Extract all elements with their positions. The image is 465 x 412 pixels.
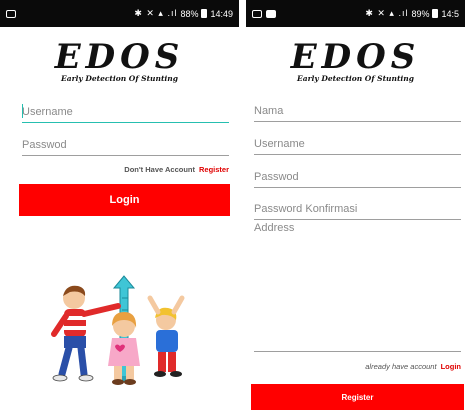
- name-input[interactable]: [254, 100, 461, 121]
- username-field-wrap: [22, 101, 229, 123]
- login-button[interactable]: Login: [19, 184, 230, 216]
- status-bar: ✱ ✕ ▴ .ıl 89% 14:5: [246, 0, 465, 27]
- address-textarea[interactable]: [254, 218, 461, 351]
- register-screen: ✱ ✕ ▴ .ıl 89% 14:5 EDOS Early Detection …: [246, 0, 465, 412]
- login-link[interactable]: Login: [441, 362, 461, 371]
- address-field-wrap: [254, 218, 461, 352]
- have-account-line: already have account Login: [365, 362, 461, 371]
- password-field-wrap: [22, 134, 229, 156]
- notification-icon: [266, 9, 276, 18]
- logo-title: EDOS: [290, 37, 421, 77]
- logo-subtitle: Early Detection Of Stunting: [61, 74, 178, 83]
- notification-icon: [6, 9, 16, 18]
- password-confirm-field-wrap: [254, 198, 461, 220]
- boy-left-figure: [51, 285, 121, 382]
- register-button[interactable]: Register: [251, 384, 464, 410]
- screen-separator: [239, 0, 246, 412]
- name-field-wrap: [254, 100, 461, 122]
- children-growth-illustration: [51, 275, 185, 385]
- signal-icons: ✱ ✕ ▴ .ıl: [134, 8, 178, 18]
- no-account-text: Don't Have Account: [124, 165, 195, 174]
- password-field-wrap: [254, 166, 461, 188]
- app-logo: EDOS Early Detection Of Stunting: [246, 38, 465, 83]
- battery-percent: 88%: [180, 8, 199, 19]
- login-screen: ✱ ✕ ▴ .ıl 88% 14:49 EDOS Early Detection…: [0, 0, 239, 412]
- logo-title: EDOS: [54, 37, 185, 77]
- username-input[interactable]: [254, 133, 461, 154]
- text-caret: [22, 104, 23, 118]
- username-field-wrap: [254, 133, 461, 155]
- logo-subtitle: Early Detection Of Stunting: [297, 74, 414, 83]
- password-input[interactable]: [254, 166, 461, 187]
- register-link[interactable]: Register: [199, 165, 229, 174]
- password-confirm-input[interactable]: [254, 198, 461, 219]
- clock: 14:49: [210, 8, 233, 19]
- battery-percent: 89%: [411, 8, 430, 19]
- clock: 14:5: [441, 8, 459, 19]
- battery-icon: [201, 9, 208, 18]
- password-input[interactable]: [22, 134, 229, 155]
- username-input[interactable]: [22, 101, 229, 122]
- boy-right-figure: [147, 295, 185, 377]
- have-account-text: already have account: [365, 362, 437, 371]
- status-bar: ✱ ✕ ▴ .ıl 88% 14:49: [0, 0, 239, 27]
- app-logo: EDOS Early Detection Of Stunting: [0, 38, 239, 83]
- no-account-line: Don't Have Account Register: [124, 165, 229, 174]
- image-notification-icon: [252, 9, 262, 18]
- signal-icons: ✱ ✕ ▴ .ıl: [365, 8, 409, 18]
- battery-icon: [432, 9, 439, 18]
